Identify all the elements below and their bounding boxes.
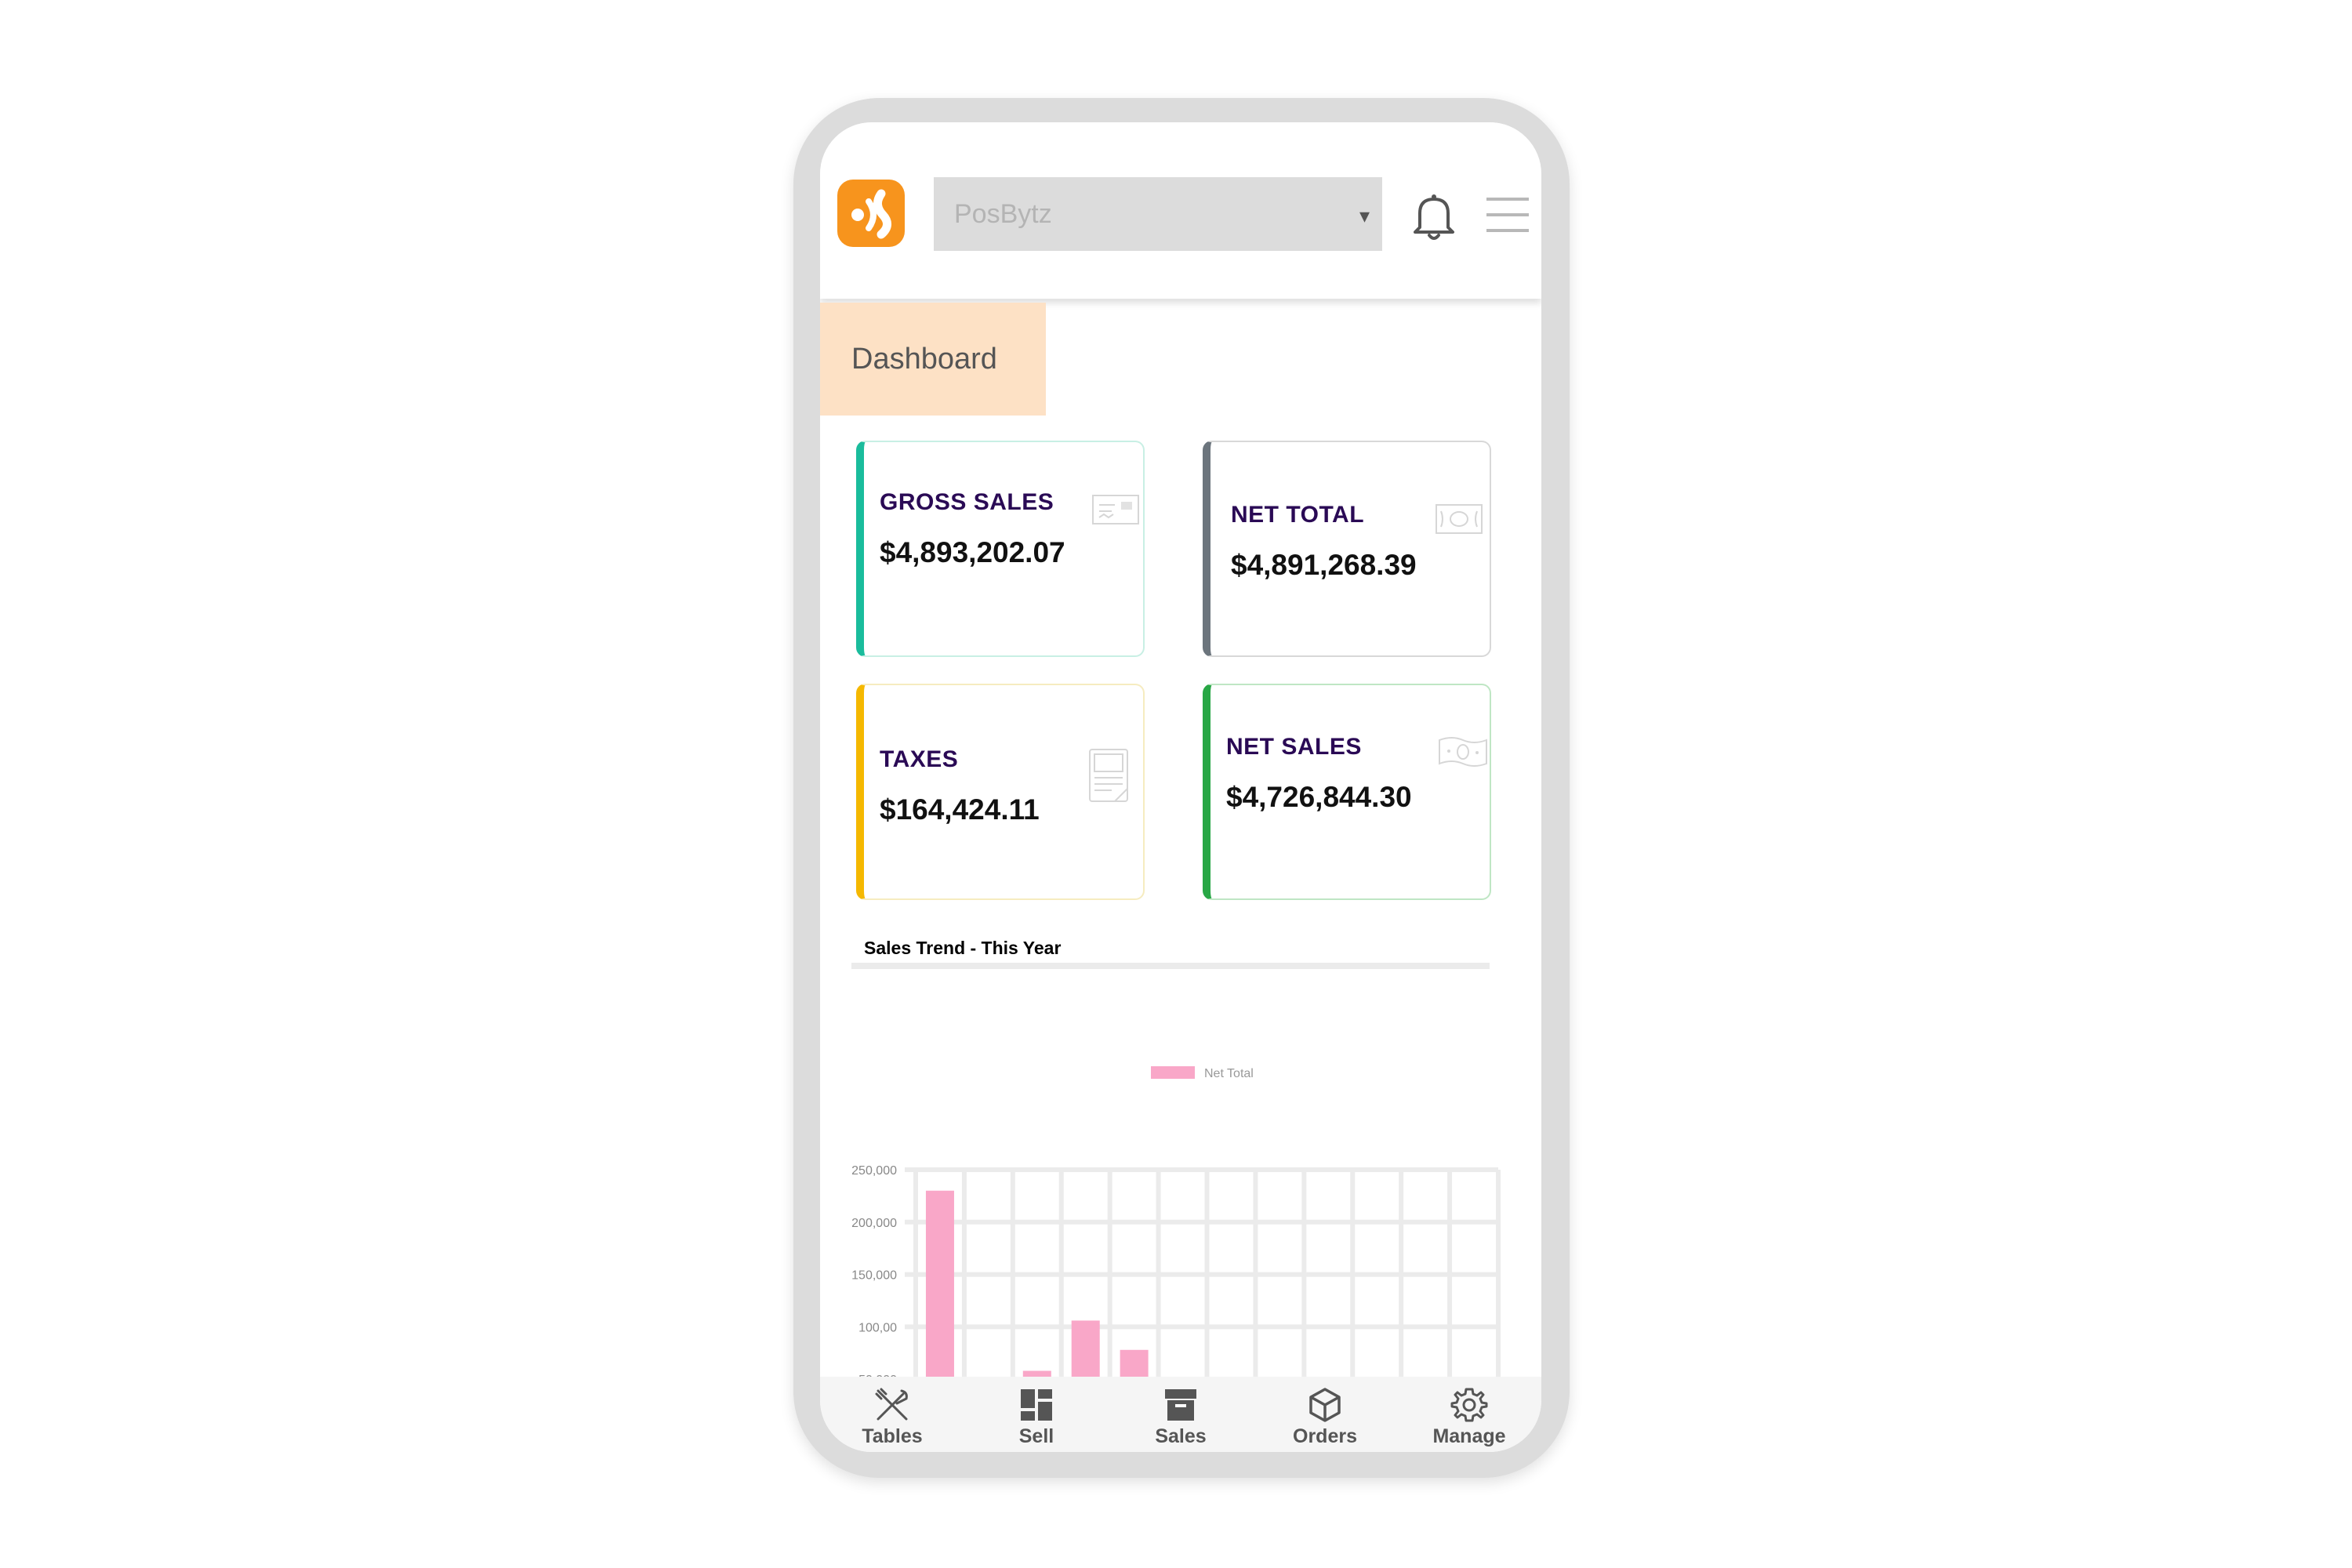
legend-swatch xyxy=(1151,1066,1195,1079)
posbytz-logo-icon[interactable] xyxy=(837,180,905,247)
card-value: $4,893,202.07 xyxy=(880,536,1065,568)
banknote-icon xyxy=(1435,503,1483,539)
money-bill-icon xyxy=(1438,734,1488,774)
y-tick-label: 100,00 xyxy=(858,1321,897,1334)
nav-orders[interactable]: Orders xyxy=(1253,1377,1397,1452)
dashboard-grid-icon xyxy=(1021,1389,1052,1421)
bottom-nav: Tables Sell Sales Orders Manage xyxy=(820,1377,1541,1452)
fork-knife-icon xyxy=(875,1388,908,1421)
chevron-down-icon: ▾ xyxy=(1359,204,1370,227)
app-screen: PosBytz ▾ Dashboard GROSS SALES $4,893,2… xyxy=(820,122,1541,1452)
legend-label: Net Total xyxy=(1204,1067,1254,1080)
nav-manage[interactable]: Manage xyxy=(1397,1377,1541,1452)
chart-title: Sales Trend - This Year xyxy=(864,938,1062,958)
taxes-card[interactable]: TAXES $164,424.11 xyxy=(856,684,1145,900)
hamburger-menu-icon[interactable] xyxy=(1486,194,1529,235)
gross-sales-card[interactable]: GROSS SALES $4,893,202.07 xyxy=(856,441,1145,657)
y-tick-label: 200,000 xyxy=(851,1217,897,1230)
card-title: NET TOTAL xyxy=(1231,502,1365,528)
nav-sell[interactable]: Sell xyxy=(964,1377,1109,1452)
card-value: $4,891,268.39 xyxy=(1231,549,1417,581)
package-icon xyxy=(1309,1388,1341,1422)
y-tick-label: 250,000 xyxy=(851,1164,897,1178)
card-title: GROSS SALES xyxy=(880,489,1054,515)
nav-sales[interactable]: Sales xyxy=(1109,1377,1253,1452)
gear-icon xyxy=(1450,1388,1488,1422)
store-select-value: PosBytz xyxy=(954,198,1052,229)
y-tick-label: 150,000 xyxy=(851,1269,897,1283)
nav-label: Manage xyxy=(1432,1425,1506,1447)
nav-label: Orders xyxy=(1293,1425,1357,1447)
card-value: $4,726,844.30 xyxy=(1226,781,1412,813)
nav-label: Sell xyxy=(1018,1425,1054,1447)
store-select[interactable]: PosBytz ▾ xyxy=(934,177,1382,251)
net-total-card[interactable]: NET TOTAL $4,891,268.39 xyxy=(1203,441,1491,657)
page-title: Dashboard xyxy=(851,342,997,376)
nav-tables[interactable]: Tables xyxy=(820,1377,964,1452)
card-title: NET SALES xyxy=(1226,734,1362,760)
nav-label: Sales xyxy=(1155,1425,1207,1447)
nav-label: Tables xyxy=(862,1425,923,1447)
document-icon xyxy=(1088,748,1129,807)
top-bar: PosBytz ▾ xyxy=(820,122,1541,299)
chart-divider xyxy=(851,963,1490,969)
net-sales-card[interactable]: NET SALES $4,726,844.30 xyxy=(1203,684,1491,900)
card-title: TAXES xyxy=(880,746,959,772)
card-value: $164,424.11 xyxy=(880,793,1040,826)
dashboard-tab[interactable]: Dashboard xyxy=(820,303,1046,416)
receipt-icon xyxy=(1091,494,1140,529)
bell-icon[interactable] xyxy=(1410,191,1457,243)
archive-box-icon xyxy=(1165,1389,1196,1421)
